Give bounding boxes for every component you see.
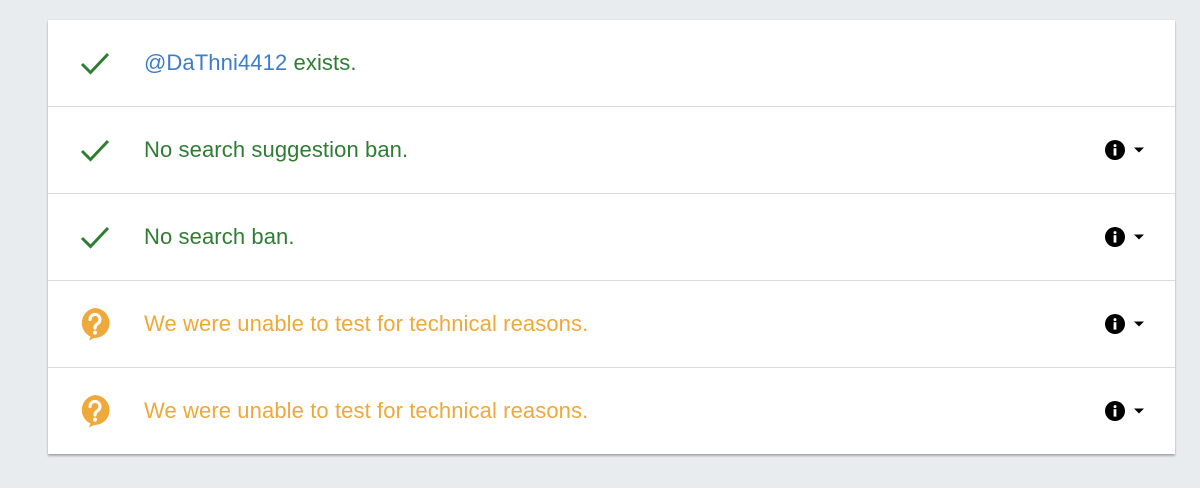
details-toggle[interactable] <box>1105 314 1145 334</box>
check-icon <box>78 220 112 254</box>
result-row-reply-deboosting[interactable]: We were unable to test for technical rea… <box>48 368 1175 454</box>
username-handle[interactable]: @DaThni4412 <box>144 50 287 75</box>
results-card: @DaThni4412 exists. No search suggestion… <box>48 20 1175 454</box>
result-row-ghost-ban[interactable]: We were unable to test for technical rea… <box>48 281 1175 368</box>
info-icon[interactable] <box>1105 314 1125 334</box>
result-text-ghost-ban: We were unable to test for technical rea… <box>144 311 589 336</box>
chevron-down-icon[interactable] <box>1133 320 1145 328</box>
result-row-exists: @DaThni4412 exists. <box>48 20 1175 107</box>
details-toggle[interactable] <box>1105 227 1145 247</box>
result-text-exists: @DaThni4412 exists. <box>144 50 357 76</box>
result-row-search-suggestion-ban[interactable]: No search suggestion ban. <box>48 107 1175 194</box>
info-icon[interactable] <box>1105 227 1125 247</box>
check-icon <box>78 46 112 80</box>
result-text-search-suggestion-ban: No search suggestion ban. <box>144 137 409 162</box>
chevron-down-icon[interactable] <box>1133 407 1145 415</box>
exists-label: exists. <box>287 50 357 75</box>
result-text-reply-deboosting: We were unable to test for technical rea… <box>144 398 589 423</box>
info-icon[interactable] <box>1105 401 1125 421</box>
result-row-search-ban[interactable]: No search ban. <box>48 194 1175 281</box>
check-icon <box>78 133 112 167</box>
question-bubble-icon <box>78 394 112 428</box>
info-icon[interactable] <box>1105 140 1125 160</box>
chevron-down-icon[interactable] <box>1133 233 1145 241</box>
question-bubble-icon <box>78 307 112 341</box>
details-toggle[interactable] <box>1105 140 1145 160</box>
result-text-search-ban: No search ban. <box>144 224 295 249</box>
details-toggle[interactable] <box>1105 401 1145 421</box>
chevron-down-icon[interactable] <box>1133 146 1145 154</box>
